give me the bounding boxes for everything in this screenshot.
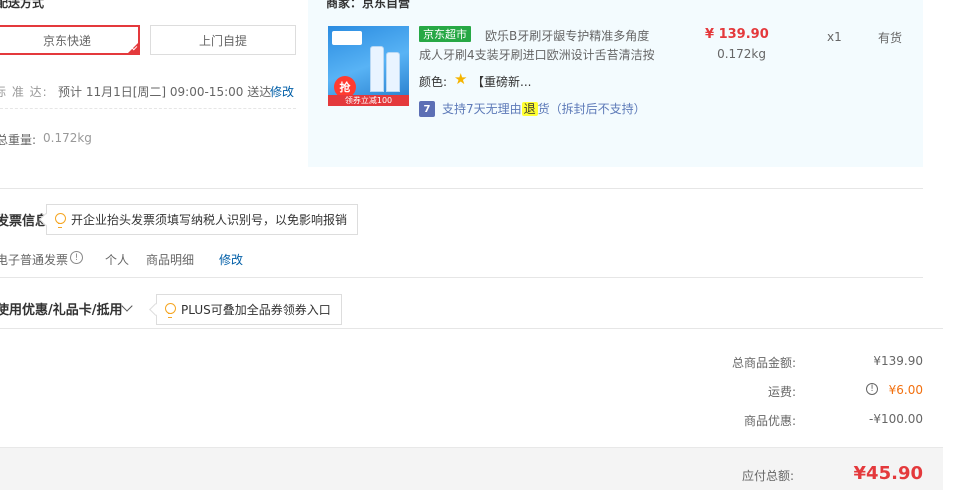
color-value: 【重磅新... (472, 75, 532, 89)
jd-express-label: 京东快递 (42, 33, 91, 48)
coupon-tip-text: PLUS可叠加全品券领券入口 (181, 303, 331, 317)
total-weight-label: 总重量: (0, 133, 37, 147)
product-quantity: x1 (827, 30, 842, 44)
chevron-down-icon[interactable] (121, 300, 133, 312)
return-policy-note: 货（拆封后不支持） (537, 102, 646, 116)
toothbrush-pack-shape (370, 46, 384, 92)
delivery-divider (0, 108, 296, 109)
payable-value: ¥45.90 (853, 463, 923, 484)
return-policy[interactable]: 支持7天无理由退货（拆封后不支持） (442, 100, 646, 117)
section-divider (0, 277, 923, 278)
return-highlight: 退 (521, 102, 538, 116)
total-goods-value: ¥139.90 (873, 354, 923, 368)
invoice-title-type: 个人 (105, 253, 130, 267)
toothbrush-pack-shape (386, 52, 400, 92)
coupon-tip[interactable]: PLUS可叠加全品券领券入口 (156, 294, 342, 325)
delivery-section-title: 配送方式 (0, 0, 45, 10)
coupon-band: 领券立减100 (328, 95, 409, 106)
total-goods-label: 总商品金额: (731, 356, 796, 370)
lightbulb-icon (55, 212, 66, 228)
jd-express-option[interactable]: 京东快递 (0, 25, 140, 55)
stock-status: 有货 (878, 31, 903, 45)
info-icon[interactable]: ! (70, 251, 83, 264)
invoice-tip: 开企业抬头发票须填写纳税人识别号，以免影响报销 (46, 204, 359, 235)
section-divider (0, 188, 923, 189)
delivery-estimate: 预计 11月1日[周二] 09:00-15:00 送达 (58, 85, 272, 99)
total-weight-value: 0.172kg (43, 131, 92, 145)
invoice-type: 电子普通发票 (0, 253, 69, 267)
return-policy-text: 支持7天无理由 (442, 102, 522, 116)
product-name-line1[interactable]: 欧乐B牙刷牙龈专护精准多角度 (485, 27, 649, 44)
summary-divider (0, 328, 943, 329)
seven-day-return-icon: 7 (419, 101, 435, 117)
invoice-modify-link[interactable]: 修改 (219, 251, 243, 268)
invoice-tip-text: 开企业抬头发票须填写纳税人识别号，以免影响报销 (71, 213, 348, 227)
merchant-label: 商家：京东自营 (326, 0, 411, 10)
discount-label: 商品优惠: (743, 414, 796, 428)
self-pickup-option[interactable]: 上门自提 (150, 25, 296, 55)
color-label: 颜色: (419, 75, 448, 89)
delivery-modify-link[interactable]: 修改 (270, 83, 294, 100)
shipping-fee-value: ¥6.00 (888, 383, 923, 397)
self-pickup-label: 上门自提 (198, 33, 247, 48)
product-price: ¥ 139.90 (705, 27, 769, 42)
product-weight: 0.172kg (717, 47, 766, 61)
lightbulb-icon (165, 302, 176, 318)
selected-check-icon (127, 42, 139, 54)
invoice-content: 商品明细 (146, 253, 195, 267)
product-image[interactable]: 抢 领券立减100 (328, 26, 409, 106)
standard-delivery-label: 标 准 达: (0, 85, 48, 99)
discount-value: -¥100.00 (869, 412, 923, 426)
product-image-tag (332, 31, 362, 45)
jd-supermarket-badge: 京东超市 (419, 26, 471, 42)
star-icon: ★ (454, 70, 468, 88)
shipping-fee-label: 运费: (767, 385, 796, 399)
product-name-line2[interactable]: 成人牙刷4支装牙刷进口欧洲设计舌苔清洁按 (419, 46, 655, 63)
coupon-section-toggle[interactable]: 使用优惠/礼品卡/抵用 (0, 299, 123, 318)
payable-label: 应付总额: (741, 469, 794, 483)
